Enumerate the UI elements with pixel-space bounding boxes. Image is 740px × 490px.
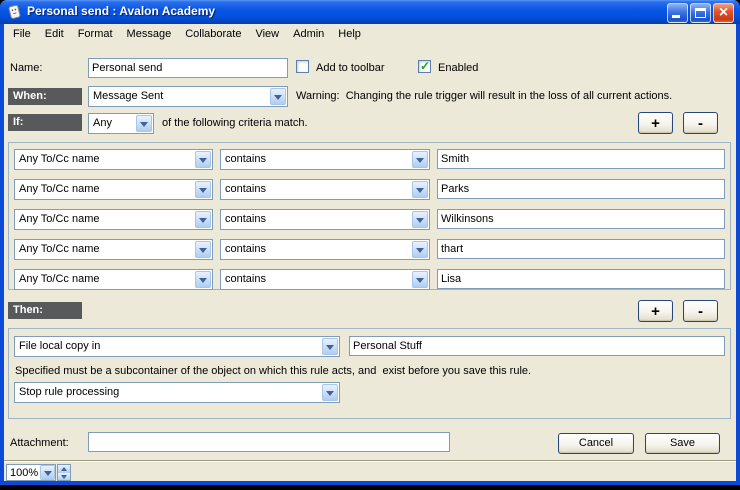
if-match-select[interactable]: Any <box>88 113 154 134</box>
window-icon <box>6 4 22 20</box>
chevron-down-icon <box>195 241 211 258</box>
cancel-button[interactable]: Cancel <box>558 433 634 454</box>
enabled-label: Enabled <box>438 62 478 75</box>
window-title: Personal send : Avalon Academy <box>27 4 215 18</box>
then-action-select[interactable]: File local copy in <box>14 336 340 357</box>
menu-edit[interactable]: Edit <box>38 24 71 46</box>
enabled-checkbox[interactable] <box>418 60 431 73</box>
criteria-operator-select[interactable]: contains <box>220 209 430 230</box>
attachment-input[interactable] <box>88 432 450 452</box>
chevron-down-icon <box>412 241 428 258</box>
criteria-value-input[interactable] <box>437 209 725 229</box>
chevron-down-icon <box>412 151 428 168</box>
chevron-down-icon <box>136 115 152 132</box>
criteria-operator-select[interactable]: contains <box>220 239 430 260</box>
close-button[interactable] <box>713 3 734 23</box>
zoom-select[interactable]: 100% <box>6 464 56 481</box>
criteria-field-select[interactable]: Any To/Cc name <box>14 209 213 230</box>
minimize-icon <box>672 15 680 18</box>
menu-collaborate[interactable]: Collaborate <box>178 24 248 46</box>
chevron-down-icon <box>412 181 428 198</box>
zoom-value: 100% <box>7 465 40 480</box>
spinner-down-icon[interactable] <box>58 473 70 481</box>
criteria-field-select[interactable]: Any To/Cc name <box>14 149 213 170</box>
menu-view[interactable]: View <box>248 24 286 46</box>
when-section-label: When: <box>8 88 82 105</box>
screen: Personal send : Avalon Academy File Edit… <box>0 0 740 490</box>
then-target-input[interactable] <box>349 336 725 356</box>
menu-file[interactable]: File <box>6 24 38 46</box>
titlebar: Personal send : Avalon Academy <box>0 0 740 24</box>
when-trigger-select[interactable]: Message Sent <box>88 86 288 107</box>
criteria-operator-select[interactable]: contains <box>220 269 430 290</box>
criteria-value-input[interactable] <box>437 179 725 199</box>
then-section-label: Then: <box>8 302 82 319</box>
if-suffix-text: of the following criteria match. <box>162 117 308 130</box>
remove-criteria-button[interactable]: - <box>683 112 718 134</box>
chevron-down-icon <box>322 384 338 401</box>
criteria-value-input[interactable] <box>437 149 725 169</box>
chevron-down-icon <box>195 211 211 228</box>
chevron-down-icon <box>412 271 428 288</box>
dialog-window: Personal send : Avalon Academy File Edit… <box>0 0 740 485</box>
remove-action-button[interactable]: - <box>683 300 718 322</box>
attachment-label: Attachment: <box>10 437 69 450</box>
menu-bar: File Edit Format Message Collaborate Vie… <box>4 24 736 46</box>
chevron-down-icon <box>195 151 211 168</box>
zoom-stepper <box>57 464 71 481</box>
menu-message[interactable]: Message <box>120 24 179 46</box>
name-label: Name: <box>10 62 42 75</box>
chevron-down-icon <box>195 181 211 198</box>
maximize-button[interactable] <box>690 3 711 23</box>
criteria-operator-select[interactable]: contains <box>220 179 430 200</box>
status-bar: 100% <box>4 460 736 481</box>
menu-admin[interactable]: Admin <box>286 24 331 46</box>
then-note-text: Specified must be a subcontainer of the … <box>15 365 531 378</box>
criteria-group: Any To/Cc name contains Any To/Cc name <box>8 142 731 290</box>
dialog-body: File Edit Format Message Collaborate Vie… <box>4 24 736 481</box>
criteria-operator-select[interactable]: contains <box>220 149 430 170</box>
add-to-toolbar-checkbox[interactable] <box>296 60 309 73</box>
menu-help[interactable]: Help <box>331 24 368 46</box>
chevron-down-icon <box>412 211 428 228</box>
zoom-control: 100% <box>6 464 71 481</box>
spinner-up-icon[interactable] <box>58 465 70 473</box>
save-button[interactable]: Save <box>645 433 720 454</box>
chevron-down-icon <box>322 338 338 355</box>
criteria-field-select[interactable]: Any To/Cc name <box>14 269 213 290</box>
add-criteria-button[interactable]: + <box>638 112 673 134</box>
add-action-button[interactable]: + <box>638 300 673 322</box>
criteria-field-select[interactable]: Any To/Cc name <box>14 179 213 200</box>
chevron-down-icon <box>270 88 286 105</box>
then-group: File local copy in Specified must be a s… <box>8 328 731 419</box>
post-action-select[interactable]: Stop rule processing <box>14 382 340 403</box>
criteria-value-input[interactable] <box>437 239 725 259</box>
name-input[interactable] <box>88 58 288 78</box>
chevron-down-icon <box>195 271 211 288</box>
add-to-toolbar-label: Add to toolbar <box>316 62 385 75</box>
if-section-label: If: <box>8 114 82 131</box>
criteria-value-input[interactable] <box>437 269 725 289</box>
criteria-field-select[interactable]: Any To/Cc name <box>14 239 213 260</box>
menu-format[interactable]: Format <box>71 24 120 46</box>
minimize-button[interactable] <box>667 3 688 23</box>
chevron-down-icon[interactable] <box>40 465 55 480</box>
maximize-icon <box>695 8 706 18</box>
when-warning-text: Warning: Changing the rule trigger will … <box>296 90 672 103</box>
